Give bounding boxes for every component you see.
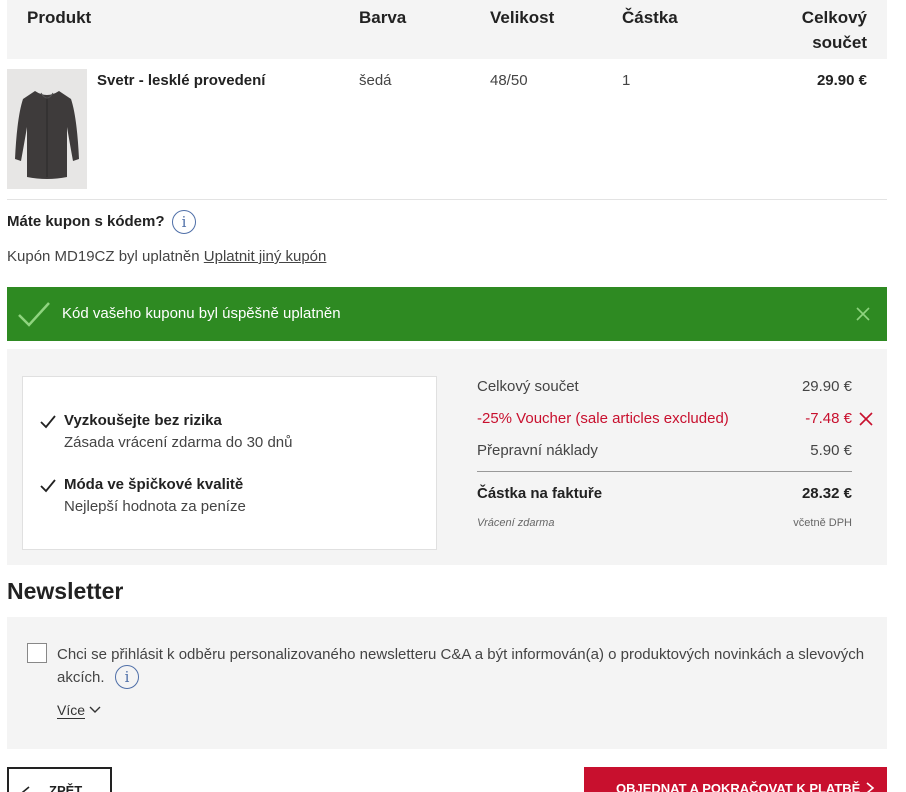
subtotal-value: 29.90 € (801, 378, 852, 395)
coupon-question: Máte kupon s kódem? (7, 213, 165, 230)
invoice-value: 28.32 € (801, 485, 852, 502)
vat-note: včetně DPH (793, 517, 852, 529)
newsletter-checkbox[interactable] (27, 643, 47, 663)
more-link[interactable]: Více (57, 702, 86, 719)
benefit-title: Vyzkoušejte bez rizika (64, 412, 222, 429)
chevron-right-icon (866, 782, 875, 792)
coupon-success-alert: Kód vašeho kuponu byl úspěšně uplatněn (7, 287, 887, 341)
success-message: Kód vašeho kuponu byl úspěšně uplatněn (62, 305, 341, 322)
header-size: Velikost (490, 8, 555, 27)
voucher-row: -25% Voucher (sale articles excluded) -7… (477, 410, 873, 427)
coupon-applied-text: Kupón MD19CZ byl uplatněn Uplatnit jiný … (7, 248, 326, 265)
header-product: Produkt (27, 8, 92, 27)
order-button[interactable]: OBJEDNAT A POKRAČOVAT K PLATBĚ (584, 767, 887, 792)
coupon-applied-label: Kupón MD19CZ byl uplatněn (7, 248, 200, 265)
apply-other-coupon-link[interactable]: Uplatnit jiný kupón (204, 248, 327, 265)
check-icon (40, 479, 56, 493)
invoice-label: Částka na faktuře (477, 485, 603, 502)
product-size: 48/50 (490, 72, 528, 89)
product-color: šedá (359, 72, 392, 89)
invoice-row: Částka na faktuře 28.32 € (477, 485, 852, 502)
chevron-left-icon (21, 786, 30, 792)
remove-voucher-icon[interactable] (859, 412, 873, 426)
info-icon[interactable]: i (172, 210, 196, 234)
totals-panel: Celkový součet 29.90 € -25% Voucher (sal… (477, 349, 873, 565)
header-color: Barva (359, 8, 407, 27)
header-quantity: Částka (622, 8, 678, 27)
newsletter-title: Newsletter (7, 578, 124, 604)
info-icon[interactable]: i (115, 665, 139, 689)
benefits-box: Vyzkoušejte bez rizika Zásada vrácení zd… (22, 376, 437, 550)
chevron-down-icon[interactable] (89, 705, 101, 715)
back-button-label: ZPĚT (49, 783, 83, 792)
newsletter-box: Chci se přihlásit k odběru personalizova… (7, 617, 887, 749)
benefit-subtitle: Nejlepší hodnota za peníze (64, 498, 246, 515)
product-image[interactable] (7, 69, 87, 189)
subtotal-row: Celkový součet 29.90 € (477, 378, 852, 395)
order-button-label: OBJEDNAT A POKRAČOVAT K PLATBĚ (616, 781, 861, 792)
notes-row: Vrácení zdarma včetně DPH (477, 517, 852, 529)
product-total: 29.90 € (816, 72, 867, 89)
voucher-label: -25% Voucher (sale articles excluded) (477, 410, 729, 427)
voucher-value: -7.48 € (805, 410, 852, 427)
checkmark-icon (18, 302, 50, 327)
benefit-subtitle: Zásada vrácení zdarma do 30 dnů (64, 434, 293, 451)
check-icon (40, 415, 56, 429)
totals-divider (477, 471, 852, 472)
product-name[interactable]: Svetr - lesklé provedení (97, 72, 265, 89)
shipping-label: Přepravní náklady (477, 442, 598, 459)
subtotal-label: Celkový součet (477, 378, 579, 395)
order-summary: Vyzkoušejte bez rizika Zásada vrácení zd… (7, 349, 887, 565)
benefit-title: Móda ve špičkové kvalitě (64, 476, 244, 493)
returns-note: Vrácení zdarma (477, 517, 555, 529)
shipping-value: 5.90 € (810, 442, 852, 459)
shipping-row: Přepravní náklady 5.90 € (477, 442, 852, 459)
close-icon[interactable] (855, 306, 871, 322)
cart-table-header: Produkt Barva Velikost Částka Celkový sou… (7, 0, 887, 59)
newsletter-consent-text: Chci se přihlásit k odběru personalizova… (57, 646, 865, 686)
product-quantity: 1 (622, 72, 631, 89)
back-button[interactable]: ZPĚT (7, 767, 112, 792)
header-total: Celkový součet (801, 8, 867, 52)
cart-item-row: Svetr - lesklé provedení šedá 48/50 1 29… (7, 59, 887, 200)
